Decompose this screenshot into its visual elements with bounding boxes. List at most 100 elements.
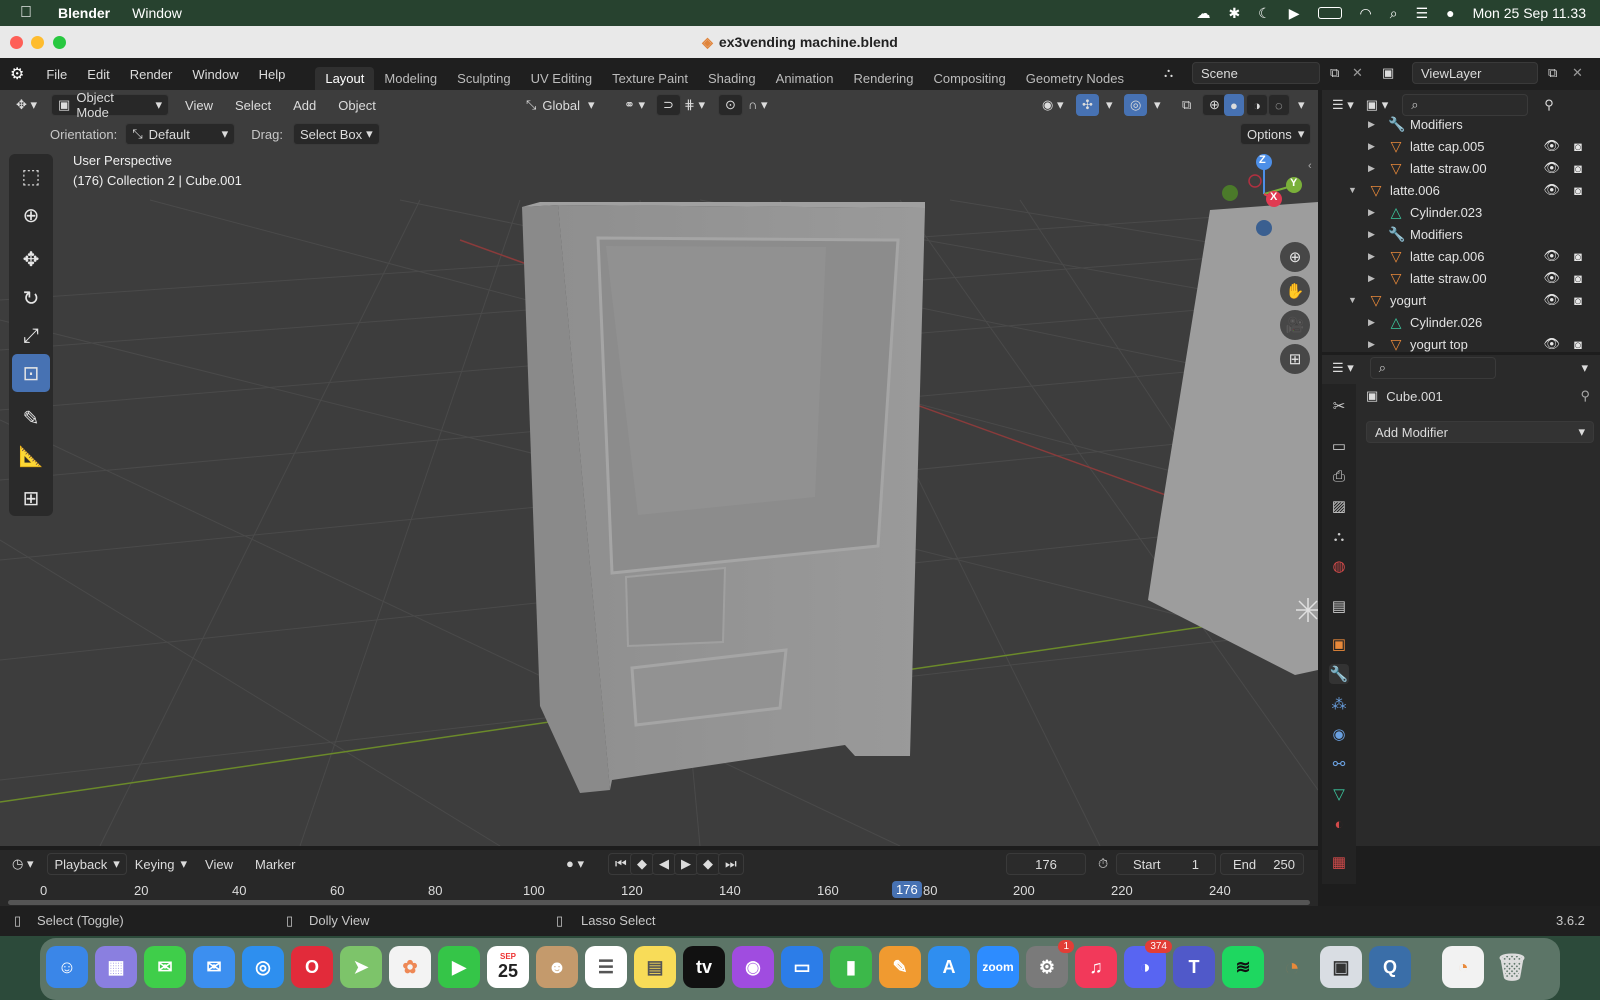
- outliner-row[interactable]: ▼ ▽ yogurt 👁 ◙: [1322, 289, 1600, 311]
- apple-tv-icon[interactable]: tv: [683, 946, 725, 988]
- ortho-toggle-icon[interactable]: ⊞: [1280, 344, 1310, 374]
- outliner-row[interactable]: ▶ 🔧 Modifiers: [1322, 113, 1600, 135]
- close-window-button[interactable]: [10, 36, 23, 49]
- move-tool-icon[interactable]: ✥: [12, 240, 50, 278]
- add-cube-tool-icon[interactable]: ⊞: [12, 479, 50, 517]
- opera-icon[interactable]: O: [291, 946, 333, 988]
- menu-help[interactable]: Help: [251, 67, 294, 82]
- vp-menu-select[interactable]: Select: [229, 94, 277, 116]
- expand-right-icon[interactable]: ▶: [1368, 317, 1378, 328]
- outliner-row[interactable]: ▶ △ Cylinder.026: [1322, 311, 1600, 333]
- tool-tab-icon[interactable]: ✂: [1329, 396, 1349, 416]
- zoom-window-button[interactable]: [53, 36, 66, 49]
- camera-render-icon[interactable]: ◙: [1574, 183, 1582, 198]
- wifi-icon[interactable]: ◠: [1360, 5, 1372, 22]
- delete-view-layer-icon[interactable]: ✕: [1572, 65, 1583, 81]
- camera-view-icon[interactable]: 🎥: [1280, 310, 1310, 340]
- camera-render-icon[interactable]: ◙: [1574, 271, 1582, 286]
- blend-file-icon[interactable]: ◔: [1442, 946, 1484, 988]
- timeline-view-menu[interactable]: View: [199, 853, 239, 875]
- playback-menu[interactable]: Playback ▾: [47, 853, 127, 875]
- proportional-edit-icon[interactable]: ⊙: [718, 94, 743, 116]
- timeline-editor-type-icon[interactable]: ◷ ▾: [12, 856, 33, 872]
- 3d-viewport[interactable]: ✥ ▾ ▣ Object Mode ▾ View Select Add Obje…: [0, 90, 1318, 846]
- collection-tab-icon[interactable]: ▤: [1329, 596, 1349, 616]
- gizmo-toggle-icon[interactable]: ✣: [1076, 94, 1099, 116]
- tab-modeling[interactable]: Modeling: [374, 67, 447, 90]
- jump-end-icon[interactable]: ⏭: [718, 853, 744, 875]
- data-tab-icon[interactable]: ▽: [1329, 784, 1349, 804]
- xray-toggle-icon[interactable]: ⧉: [1176, 94, 1197, 116]
- outliner-row[interactable]: ▶ ▽ yogurt top 👁 ◙: [1322, 333, 1600, 352]
- annotate-tool-icon[interactable]: ✎: [12, 399, 50, 437]
- maps-icon[interactable]: ➤: [340, 946, 382, 988]
- cursor-tool-icon[interactable]: ⊕: [12, 196, 50, 234]
- scene-icon[interactable]: ⛬: [1164, 65, 1173, 81]
- transform-orientation-selector[interactable]: ⤡ Global ▾: [520, 94, 601, 116]
- new-scene-icon[interactable]: ⧉: [1330, 65, 1339, 81]
- view-layer-icon[interactable]: ▣: [1382, 65, 1394, 81]
- properties-search-input[interactable]: ⌕: [1369, 357, 1496, 379]
- object-tab-icon[interactable]: ▣: [1329, 634, 1349, 654]
- tab-layout[interactable]: Layout: [315, 67, 375, 90]
- expand-down-icon[interactable]: ▼: [1348, 295, 1358, 305]
- menu-render[interactable]: Render: [122, 67, 181, 82]
- editor-type-icon[interactable]: ✥ ▾: [10, 94, 43, 116]
- play-reverse-icon[interactable]: ◀: [652, 853, 676, 875]
- navigation-gizmo[interactable]: Z Y X: [1218, 152, 1308, 242]
- control-center-icon[interactable]: ☰: [1416, 5, 1429, 22]
- eye-icon[interactable]: 👁: [1543, 292, 1560, 308]
- safari-icon[interactable]: ◎: [242, 946, 284, 988]
- outliner-row[interactable]: ▶ ▽ latte cap.005 👁 ◙: [1322, 135, 1600, 157]
- expand-right-icon[interactable]: ▶: [1368, 229, 1378, 240]
- texture-tab-icon[interactable]: ▦: [1329, 852, 1349, 872]
- camera-render-icon[interactable]: ◙: [1574, 293, 1582, 308]
- auto-keying-icon[interactable]: ● ▾: [560, 853, 590, 875]
- app-store-icon[interactable]: A: [928, 946, 970, 988]
- particles-tab-icon[interactable]: ⁂: [1329, 694, 1349, 714]
- mail-icon[interactable]: ✉: [193, 946, 235, 988]
- camera-render-icon[interactable]: ◙: [1574, 337, 1582, 352]
- eye-icon[interactable]: 👁: [1543, 182, 1560, 198]
- drag-selector[interactable]: Select Box ▾: [293, 123, 380, 145]
- tab-texture-paint[interactable]: Texture Paint: [602, 67, 698, 90]
- select-box-tool-icon[interactable]: ⬚: [12, 157, 50, 195]
- pages-icon[interactable]: ✎: [879, 946, 921, 988]
- podcasts-icon[interactable]: ◉: [732, 946, 774, 988]
- rotate-tool-icon[interactable]: ↻: [12, 279, 50, 317]
- eye-icon[interactable]: 👁: [1543, 138, 1560, 154]
- properties-editor-type-icon[interactable]: ☰ ▾: [1332, 360, 1354, 376]
- play-icon[interactable]: ▶: [1289, 5, 1300, 22]
- physics-tab-icon[interactable]: ◉: [1329, 724, 1349, 744]
- snap-target-icon[interactable]: ⋕ ▾: [678, 94, 711, 116]
- quicktime-icon[interactable]: Q: [1369, 946, 1411, 988]
- pan-view-icon[interactable]: ✋: [1280, 276, 1310, 306]
- frame-ruler[interactable]: 0 20 40 60 80 100 120 140 160 176 80 200…: [0, 880, 1318, 905]
- orientation-selector[interactable]: ⤡ Default ▾: [125, 123, 236, 145]
- menubar-datetime[interactable]: Mon 25 Sep 11.33: [1473, 5, 1586, 21]
- vp-menu-object[interactable]: Object: [332, 94, 382, 116]
- view-layer-selector[interactable]: ViewLayer: [1412, 62, 1538, 84]
- outliner-row[interactable]: ▶ ▽ latte straw.00 👁 ◙: [1322, 157, 1600, 179]
- render-tab-icon[interactable]: ▭: [1329, 436, 1349, 456]
- scale-tool-icon[interactable]: ⤢: [12, 317, 50, 355]
- battery-icon[interactable]: [1317, 7, 1342, 19]
- teams-icon[interactable]: T: [1173, 946, 1215, 988]
- calendar-icon[interactable]: SEP 25: [487, 946, 529, 988]
- pivot-point-icon[interactable]: ⚭ ▾: [618, 94, 651, 116]
- keynote-icon[interactable]: ▭: [781, 946, 823, 988]
- music-icon[interactable]: ♫: [1075, 946, 1117, 988]
- launchpad-icon[interactable]: ▦: [95, 946, 137, 988]
- add-modifier-button[interactable]: Add Modifier ▾: [1366, 421, 1594, 443]
- apple-icon[interactable]: : [20, 4, 40, 22]
- moon-icon[interactable]: ☾: [1258, 5, 1271, 22]
- stopwatch-icon[interactable]: ⏱: [1098, 856, 1108, 872]
- camera-render-icon[interactable]: ◙: [1574, 139, 1582, 154]
- minimize-window-button[interactable]: [31, 36, 44, 49]
- mode-selector[interactable]: ▣ Object Mode ▾: [51, 90, 170, 120]
- rendered-shading-icon[interactable]: ◌: [1268, 94, 1290, 116]
- outliner-editor-type-icon[interactable]: ☰ ▾: [1332, 97, 1354, 113]
- solid-shading-icon[interactable]: ●: [1224, 94, 1244, 116]
- current-frame-field[interactable]: 176: [1006, 853, 1086, 875]
- outliner-row[interactable]: ▶ 🔧 Modifiers: [1322, 223, 1600, 245]
